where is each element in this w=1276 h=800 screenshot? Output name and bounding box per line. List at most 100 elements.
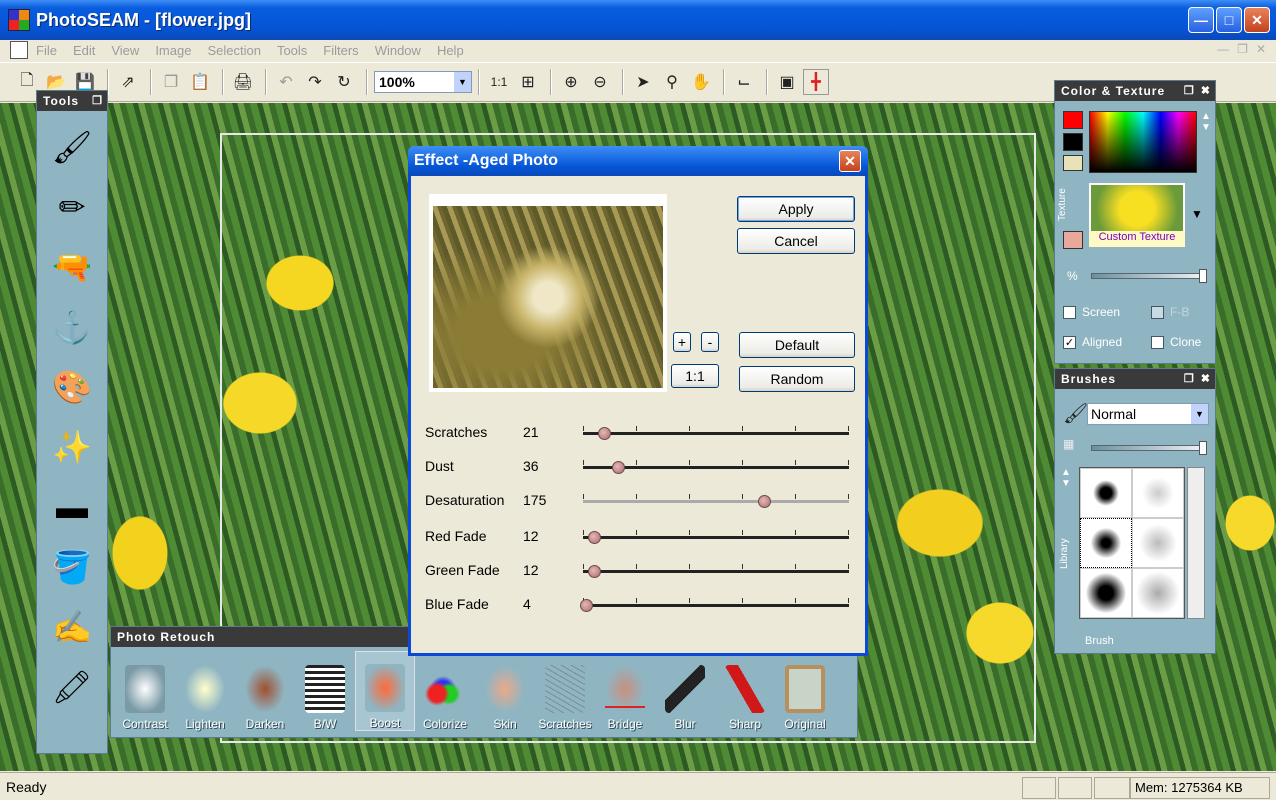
menu-edit[interactable]: Edit (73, 43, 95, 58)
palette-close-icon[interactable]: ✖ (1201, 372, 1211, 385)
texture-opacity-slider[interactable] (1091, 273, 1205, 279)
param-slider-thumb[interactable] (579, 599, 593, 612)
paste-icon[interactable]: 📋 (187, 69, 213, 95)
menu-view[interactable]: View (111, 43, 139, 58)
actual-size-button[interactable]: 1:1 (486, 69, 512, 95)
param-slider[interactable] (583, 604, 849, 607)
palette-dock-icon[interactable]: ❐ (1184, 372, 1195, 385)
brush-preset[interactable] (1080, 568, 1132, 618)
zoom-reset-button[interactable]: 1:1 (671, 364, 719, 388)
zoom-select[interactable]: 100% ▼ (374, 71, 472, 93)
smudge-icon[interactable]: ✍ (42, 597, 102, 657)
stamp-icon[interactable]: ⚓ (42, 297, 102, 357)
param-slider-thumb[interactable] (757, 495, 771, 508)
dialog-title-bar[interactable]: Effect -Aged Photo (408, 146, 868, 176)
param-slider[interactable] (583, 536, 849, 539)
export-icon[interactable]: ⇗ (115, 69, 141, 95)
retouch-colorize[interactable]: Colorize (415, 651, 475, 731)
redo-icon[interactable]: ↷ (302, 69, 328, 95)
retouch-blur[interactable]: Blur (655, 651, 715, 731)
pencil-icon[interactable]: ✏ (42, 177, 102, 237)
magnifier-icon[interactable]: ⚲ (659, 69, 685, 95)
seam-icon[interactable]: ╋ (803, 69, 829, 95)
brush-size-slider[interactable] (1091, 445, 1205, 451)
texture-opacity-thumb[interactable] (1199, 269, 1207, 283)
document-icon[interactable] (10, 41, 28, 59)
retouch-boost[interactable]: Boost (355, 651, 415, 731)
chevron-down-icon[interactable]: ▼ (454, 72, 471, 92)
menu-window[interactable]: Window (375, 43, 421, 58)
blend-mode-select[interactable]: Normal ▼ (1087, 403, 1209, 425)
brush-preset-selected[interactable] (1080, 518, 1132, 568)
repeat-icon[interactable]: ↻ (331, 69, 357, 95)
secondary-color-swatch[interactable] (1063, 133, 1083, 151)
effect-brush-icon[interactable]: ✨ (42, 417, 102, 477)
swap-colors-icon[interactable] (1063, 155, 1083, 171)
fit-window-icon[interactable]: ⊞ (515, 69, 541, 95)
fb-checkbox[interactable] (1151, 305, 1164, 319)
mdi-restore-icon[interactable]: ❐ (1237, 42, 1248, 56)
color-texture-header[interactable]: Color & Texture ❐ ✖ (1055, 81, 1215, 101)
paint-brush-icon[interactable]: 🖌 (42, 117, 102, 177)
zoom-in-icon[interactable]: ⊕ (558, 69, 584, 95)
mdi-close-icon[interactable]: ✕ (1256, 42, 1266, 56)
brush-size-thumb[interactable] (1199, 441, 1207, 455)
brush-preset[interactable] (1080, 468, 1132, 518)
palette-dock-icon[interactable]: ❐ (1184, 84, 1195, 97)
eyedropper-icon[interactable] (1063, 231, 1083, 249)
crop-icon[interactable]: ⌙ (731, 69, 757, 95)
aligned-checkbox[interactable]: ✓ (1063, 335, 1076, 349)
retouch-bw[interactable]: B/W (295, 651, 355, 731)
retouch-scratches[interactable]: Scratches (535, 651, 595, 731)
random-button[interactable]: Random (739, 366, 855, 392)
primary-color-swatch[interactable] (1063, 111, 1083, 129)
brush-preset[interactable] (1132, 468, 1184, 518)
param-slider[interactable] (583, 500, 849, 503)
param-slider[interactable] (583, 432, 849, 435)
texture-dropdown-icon[interactable]: ▼ (1191, 207, 1203, 221)
maximize-button[interactable]: □ (1216, 7, 1242, 33)
print-icon[interactable]: 🖨 (230, 69, 256, 95)
paint-bucket-icon[interactable]: 🪣 (42, 537, 102, 597)
close-button[interactable]: ✕ (1244, 7, 1270, 33)
param-slider-thumb[interactable] (598, 427, 612, 440)
palette-close-icon[interactable]: ✖ (1201, 84, 1211, 97)
brush-preset[interactable] (1132, 568, 1184, 618)
color-spectrum[interactable] (1089, 111, 1197, 173)
default-button[interactable]: Default (739, 332, 855, 358)
param-slider-thumb[interactable] (587, 565, 601, 578)
palette-dock-icon[interactable]: ❐ (92, 94, 103, 107)
menu-tools[interactable]: Tools (277, 43, 307, 58)
app-icon[interactable] (8, 9, 30, 31)
pointer-icon[interactable]: ➤ (630, 69, 656, 95)
minimize-button[interactable]: — (1188, 7, 1214, 33)
retouch-skin[interactable]: Skin (475, 651, 535, 731)
param-slider-thumb[interactable] (587, 531, 601, 544)
zoom-out-button[interactable]: - (701, 332, 719, 352)
retouch-darken[interactable]: Darken (235, 651, 295, 731)
chevron-down-icon[interactable]: ▼ (1191, 404, 1208, 424)
resize-icon[interactable]: ▣ (774, 69, 800, 95)
retouch-original[interactable]: Original (775, 651, 835, 731)
brush-preset[interactable] (1132, 518, 1184, 568)
airbrush-icon[interactable]: 🔫 (42, 237, 102, 297)
hand-icon[interactable]: ✋ (688, 69, 714, 95)
clone-checkbox[interactable] (1151, 335, 1164, 349)
spectrum-scroll-icon[interactable]: ▲ ▼ (1201, 111, 1211, 133)
brush-library-scrollbar[interactable] (1187, 467, 1205, 619)
undo-icon[interactable]: ↶ (273, 69, 299, 95)
menu-filters[interactable]: Filters (323, 43, 358, 58)
palette-icon[interactable]: 🎨 (42, 357, 102, 417)
brushes-header[interactable]: Brushes ❐ ✖ (1055, 369, 1215, 389)
param-slider-thumb[interactable] (611, 461, 625, 474)
cancel-button[interactable]: Cancel (737, 228, 855, 254)
tools-palette-header[interactable]: Tools ❐ (37, 91, 107, 111)
menu-file[interactable]: File (36, 43, 57, 58)
copy-icon[interactable]: ❐ (158, 69, 184, 95)
apply-button[interactable]: Apply (737, 196, 855, 222)
dialog-close-button[interactable]: ✕ (839, 150, 861, 172)
mdi-minimize-icon[interactable]: — (1217, 42, 1229, 56)
retouch-brush-icon[interactable]: 🖍 (42, 657, 102, 717)
brush-library[interactable] (1079, 467, 1185, 619)
effect-preview[interactable] (429, 194, 667, 392)
